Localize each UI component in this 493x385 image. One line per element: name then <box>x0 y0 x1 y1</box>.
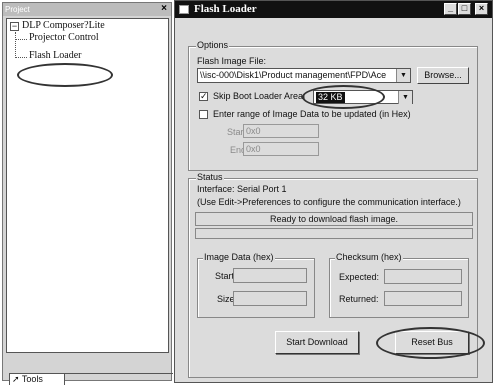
annotation-circle <box>17 63 113 87</box>
annotation-circle <box>376 327 485 359</box>
image-data-groupbox <box>197 258 315 318</box>
enter-range-label: Enter range of Image Data to be updated … <box>213 109 411 119</box>
checksum-legend: Checksum (hex) <box>335 252 403 262</box>
enter-range-checkbox[interactable] <box>199 110 208 119</box>
tree-root-item[interactable]: DLP Composer?Lite <box>22 20 105 31</box>
flash-loader-window: Flash Loader _ □ × Options Flash Image F… <box>174 0 493 383</box>
image-data-legend: Image Data (hex) <box>203 252 275 262</box>
skip-boot-loader-label: Skip Boot Loader Area( <box>213 91 307 101</box>
flash-image-select[interactable]: \\isc-000\Disk1\Product management\FPD\A… <box>197 68 411 83</box>
options-legend: Options <box>196 40 230 50</box>
window-title: Flash Loader <box>194 3 257 15</box>
start-download-button[interactable]: Start Download <box>275 331 359 354</box>
tools-tab[interactable]: ➚ Tools <box>9 373 65 385</box>
maximize-button[interactable]: □ <box>458 3 471 15</box>
tree-collapse-icon[interactable]: − <box>10 22 19 31</box>
checksum-expected-label: Expected: <box>339 272 380 282</box>
flash-image-label: Flash Image File: <box>197 56 267 66</box>
tree-item-flash-loader[interactable]: Flash Loader <box>29 50 82 61</box>
project-pane: Project × − DLP Composer?Lite Projector … <box>2 2 173 385</box>
interface-text: Interface: Serial Port 1 <box>197 184 287 194</box>
tree-connector <box>15 32 16 58</box>
image-size-field <box>233 291 307 306</box>
project-pane-title: Project <box>3 3 171 16</box>
preferences-hint: (Use Edit->Preferences to configure the … <box>197 197 461 207</box>
dropdown-arrow-icon[interactable]: ▼ <box>396 69 410 82</box>
minimize-button[interactable]: _ <box>444 3 457 15</box>
status-legend: Status <box>196 172 224 182</box>
tree-connector <box>15 57 27 58</box>
checksum-returned-field <box>384 291 462 306</box>
dropdown-arrow-icon[interactable]: ▼ <box>398 91 412 104</box>
image-start-field <box>233 268 307 283</box>
tree-item-projector-control[interactable]: Projector Control <box>29 32 99 43</box>
checksum-returned-label: Returned: <box>339 294 379 304</box>
status-message: Ready to download flash image. <box>195 212 473 226</box>
flash-image-path: \\isc-000\Disk1\Product management\FPD\A… <box>200 70 387 80</box>
range-end-input[interactable]: 0x0 <box>243 142 319 156</box>
close-button[interactable]: × <box>475 3 488 15</box>
app-icon <box>179 5 189 14</box>
browse-button[interactable]: Browse... <box>417 67 469 84</box>
range-start-input[interactable]: 0x0 <box>243 124 319 138</box>
progress-bar <box>195 228 473 239</box>
checksum-expected-field <box>384 269 462 284</box>
skip-boot-loader-checkbox[interactable]: ✓ <box>199 92 208 101</box>
window-titlebar[interactable]: Flash Loader _ □ × <box>175 1 492 18</box>
checksum-groupbox <box>329 258 469 318</box>
tree-connector <box>15 39 27 40</box>
tab-strip <box>65 373 173 383</box>
project-close-icon[interactable]: × <box>159 3 169 16</box>
annotation-circle <box>302 85 385 109</box>
project-tree: − DLP Composer?Lite Projector Control Fl… <box>6 18 169 353</box>
